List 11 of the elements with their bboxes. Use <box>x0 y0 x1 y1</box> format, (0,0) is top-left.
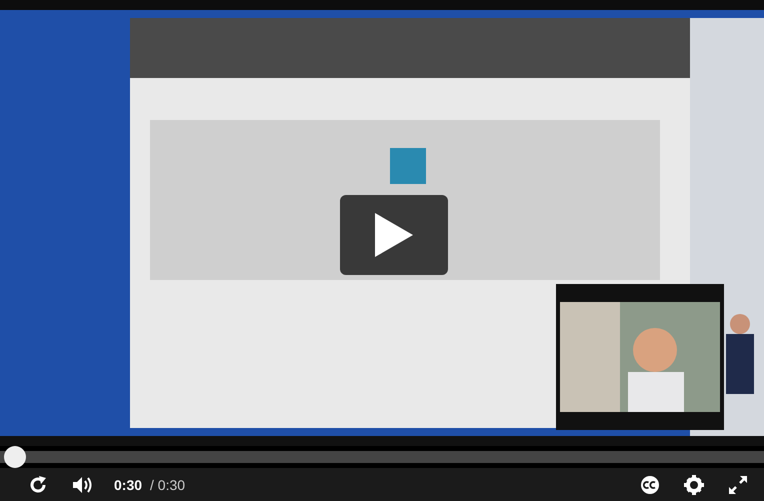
play-icon <box>375 213 413 257</box>
progress-bar[interactable] <box>0 446 764 468</box>
captions-icon[interactable] <box>640 474 660 494</box>
replay-icon[interactable] <box>28 474 48 494</box>
volume-icon[interactable] <box>72 474 94 494</box>
play-button[interactable] <box>340 195 448 275</box>
current-time: 0:30 <box>114 476 142 492</box>
progress-thumb[interactable] <box>4 446 26 468</box>
settings-icon[interactable] <box>684 474 704 494</box>
duration: / 0:30 <box>150 476 186 492</box>
fullscreen-icon[interactable] <box>728 474 748 494</box>
